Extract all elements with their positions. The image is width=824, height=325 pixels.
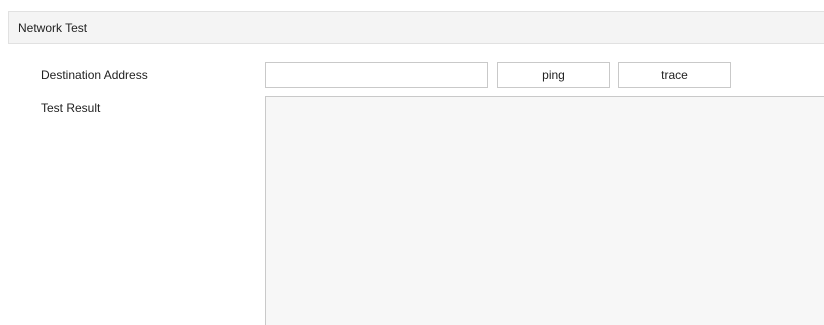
- destination-address-input[interactable]: [265, 62, 488, 88]
- test-result-label: Test Result: [41, 101, 101, 115]
- trace-button[interactable]: trace: [618, 62, 731, 88]
- ping-button[interactable]: ping: [497, 62, 610, 88]
- section-header: [8, 11, 824, 44]
- test-result-output[interactable]: [265, 96, 824, 325]
- section-title: Network Test: [18, 21, 88, 35]
- network-test-page: Network Test Destination Address ping tr…: [0, 0, 824, 325]
- destination-address-label: Destination Address: [41, 68, 148, 82]
